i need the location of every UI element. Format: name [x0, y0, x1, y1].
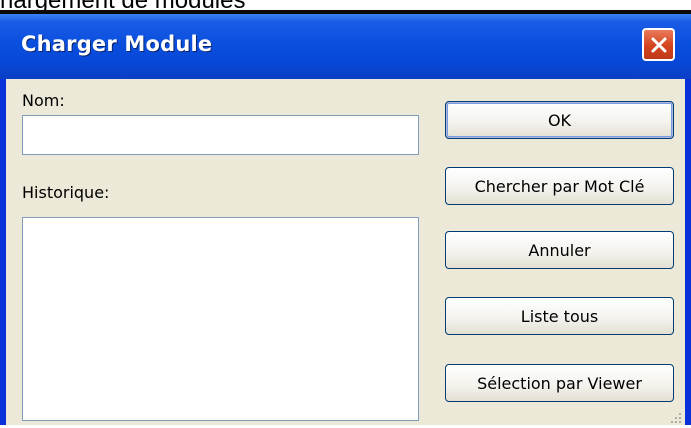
historique-list[interactable] [22, 217, 419, 421]
window-title: Charger Module [21, 32, 213, 56]
resize-grip-icon[interactable] [668, 409, 682, 423]
cancel-button[interactable]: Annuler [445, 231, 674, 269]
nom-input[interactable] [22, 115, 419, 155]
title-bar[interactable]: Charger Module [0, 14, 691, 79]
select-by-viewer-button[interactable]: Sélection par Viewer [445, 364, 674, 402]
close-icon [650, 36, 668, 54]
search-by-keyword-button[interactable]: Chercher par Mot Clé [445, 167, 674, 205]
dialog-window: Charger Module Nom: Historique: OK Cherc… [0, 14, 691, 425]
nom-label: Nom: [22, 91, 65, 110]
historique-label: Historique: [22, 183, 110, 202]
list-all-button[interactable]: Liste tous [445, 297, 674, 335]
ok-button[interactable]: OK [445, 101, 674, 139]
close-button[interactable] [642, 28, 675, 61]
dialog-body: Nom: Historique: OK Chercher par Mot Clé… [6, 79, 685, 425]
